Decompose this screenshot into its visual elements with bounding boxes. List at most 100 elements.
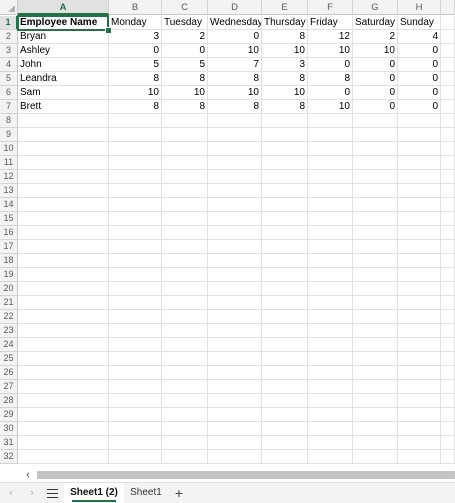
row-header-11[interactable]: 11 <box>0 156 18 170</box>
cell-b6[interactable]: 10 <box>109 86 162 100</box>
cell-a29[interactable] <box>18 408 109 422</box>
cell-a6[interactable]: Sam <box>18 86 109 100</box>
cell-c29[interactable] <box>162 408 208 422</box>
cell-d16[interactable] <box>208 226 262 240</box>
cell-f9[interactable] <box>308 128 353 142</box>
cell-b14[interactable] <box>109 198 162 212</box>
row-header-21[interactable]: 21 <box>0 296 18 310</box>
cell-d12[interactable] <box>208 170 262 184</box>
cell-e21[interactable] <box>262 296 308 310</box>
cell-a20[interactable] <box>18 282 109 296</box>
cell-h24[interactable] <box>398 338 441 352</box>
cell-e27[interactable] <box>262 380 308 394</box>
cell-e3[interactable]: 10 <box>262 44 308 58</box>
cell-g2[interactable]: 2 <box>353 30 398 44</box>
cell-h6[interactable]: 0 <box>398 86 441 100</box>
cell-c7[interactable]: 8 <box>162 100 208 114</box>
cell-f18[interactable] <box>308 254 353 268</box>
cell-i27[interactable] <box>441 380 455 394</box>
cell-d1[interactable]: Wednesday <box>208 16 262 30</box>
cell-i7[interactable] <box>441 100 455 114</box>
cell-f21[interactable] <box>308 296 353 310</box>
cell-f14[interactable] <box>308 198 353 212</box>
cell-g13[interactable] <box>353 184 398 198</box>
cell-b29[interactable] <box>109 408 162 422</box>
cell-h25[interactable] <box>398 352 441 366</box>
cell-a3[interactable]: Ashley <box>18 44 109 58</box>
cell-c25[interactable] <box>162 352 208 366</box>
cell-d8[interactable] <box>208 114 262 128</box>
cell-d27[interactable] <box>208 380 262 394</box>
cell-g22[interactable] <box>353 310 398 324</box>
cell-i17[interactable] <box>441 240 455 254</box>
cell-h22[interactable] <box>398 310 441 324</box>
row-header-28[interactable]: 28 <box>0 394 18 408</box>
cell-b8[interactable] <box>109 114 162 128</box>
cell-c17[interactable] <box>162 240 208 254</box>
cell-h16[interactable] <box>398 226 441 240</box>
cell-i15[interactable] <box>441 212 455 226</box>
cell-f17[interactable] <box>308 240 353 254</box>
cell-a24[interactable] <box>18 338 109 352</box>
row-header-18[interactable]: 18 <box>0 254 18 268</box>
cell-a18[interactable] <box>18 254 109 268</box>
cell-i6[interactable] <box>441 86 455 100</box>
cell-h20[interactable] <box>398 282 441 296</box>
row-header-7[interactable]: 7 <box>0 100 18 114</box>
cell-a32[interactable] <box>18 450 109 464</box>
cell-a27[interactable] <box>18 380 109 394</box>
cell-f15[interactable] <box>308 212 353 226</box>
cell-i2[interactable] <box>441 30 455 44</box>
cell-g12[interactable] <box>353 170 398 184</box>
cell-h12[interactable] <box>398 170 441 184</box>
cell-e23[interactable] <box>262 324 308 338</box>
cell-a14[interactable] <box>18 198 109 212</box>
cell-d14[interactable] <box>208 198 262 212</box>
cell-i22[interactable] <box>441 310 455 324</box>
cell-h14[interactable] <box>398 198 441 212</box>
cell-f28[interactable] <box>308 394 353 408</box>
cell-b9[interactable] <box>109 128 162 142</box>
cell-f31[interactable] <box>308 436 353 450</box>
cell-b32[interactable] <box>109 450 162 464</box>
cell-e28[interactable] <box>262 394 308 408</box>
cell-e5[interactable]: 8 <box>262 72 308 86</box>
cell-e4[interactable]: 3 <box>262 58 308 72</box>
cell-b25[interactable] <box>109 352 162 366</box>
cell-d5[interactable]: 8 <box>208 72 262 86</box>
cell-b27[interactable] <box>109 380 162 394</box>
row-header-26[interactable]: 26 <box>0 366 18 380</box>
cell-d28[interactable] <box>208 394 262 408</box>
cell-f32[interactable] <box>308 450 353 464</box>
cell-f26[interactable] <box>308 366 353 380</box>
cell-h5[interactable]: 0 <box>398 72 441 86</box>
cell-g9[interactable] <box>353 128 398 142</box>
cell-i4[interactable] <box>441 58 455 72</box>
cell-d24[interactable] <box>208 338 262 352</box>
row-header-17[interactable]: 17 <box>0 240 18 254</box>
add-sheet-button[interactable]: + <box>172 483 186 503</box>
row-header-31[interactable]: 31 <box>0 436 18 450</box>
cell-c2[interactable]: 2 <box>162 30 208 44</box>
cell-i12[interactable] <box>441 170 455 184</box>
cell-i1[interactable] <box>441 16 455 30</box>
cell-h26[interactable] <box>398 366 441 380</box>
cell-e14[interactable] <box>262 198 308 212</box>
cell-f5[interactable]: 8 <box>308 72 353 86</box>
cell-c8[interactable] <box>162 114 208 128</box>
row-header-6[interactable]: 6 <box>0 86 18 100</box>
sheet-tab-1[interactable]: Sheet1 (2) <box>64 483 124 503</box>
cell-b22[interactable] <box>109 310 162 324</box>
cell-e12[interactable] <box>262 170 308 184</box>
cell-e10[interactable] <box>262 142 308 156</box>
row-header-20[interactable]: 20 <box>0 282 18 296</box>
cell-d25[interactable] <box>208 352 262 366</box>
cell-d21[interactable] <box>208 296 262 310</box>
cell-h30[interactable] <box>398 422 441 436</box>
cell-g29[interactable] <box>353 408 398 422</box>
row-header-9[interactable]: 9 <box>0 128 18 142</box>
cell-f16[interactable] <box>308 226 353 240</box>
cell-i21[interactable] <box>441 296 455 310</box>
column-header-e[interactable]: E <box>262 0 308 15</box>
cell-c22[interactable] <box>162 310 208 324</box>
